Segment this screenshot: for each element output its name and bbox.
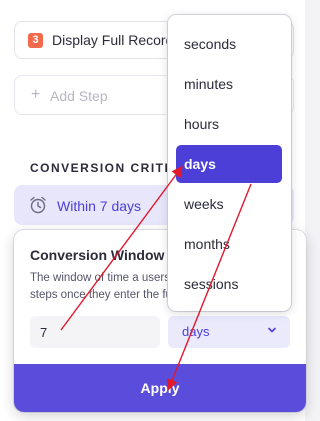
unit-option-minutes[interactable]: minutes [176, 65, 282, 103]
window-unit-select[interactable]: days [168, 316, 290, 348]
unit-select-value: days [182, 324, 210, 339]
window-amount-input[interactable] [30, 316, 160, 348]
unit-option-weeks[interactable]: weeks [176, 185, 282, 223]
unit-dropdown-menu: seconds minutes hours days weeks months … [168, 15, 291, 311]
popover-title: Conversion Window [30, 247, 165, 263]
apply-button[interactable]: Apply [14, 364, 306, 412]
conversion-window-label: Within 7 days [57, 198, 142, 214]
unit-option-sessions[interactable]: sessions [176, 265, 282, 303]
step-label: Display Full Record [52, 32, 174, 48]
unit-option-seconds[interactable]: seconds [176, 25, 282, 63]
unit-option-hours[interactable]: hours [176, 105, 282, 143]
unit-option-months[interactable]: months [176, 225, 282, 263]
add-step-label: Add Step [50, 88, 108, 104]
unit-option-days[interactable]: days [176, 145, 282, 183]
chevron-down-icon [268, 327, 276, 333]
plus-icon: + [31, 86, 41, 103]
alarm-clock-icon [30, 196, 46, 214]
step-number-badge: 3 [28, 33, 43, 48]
